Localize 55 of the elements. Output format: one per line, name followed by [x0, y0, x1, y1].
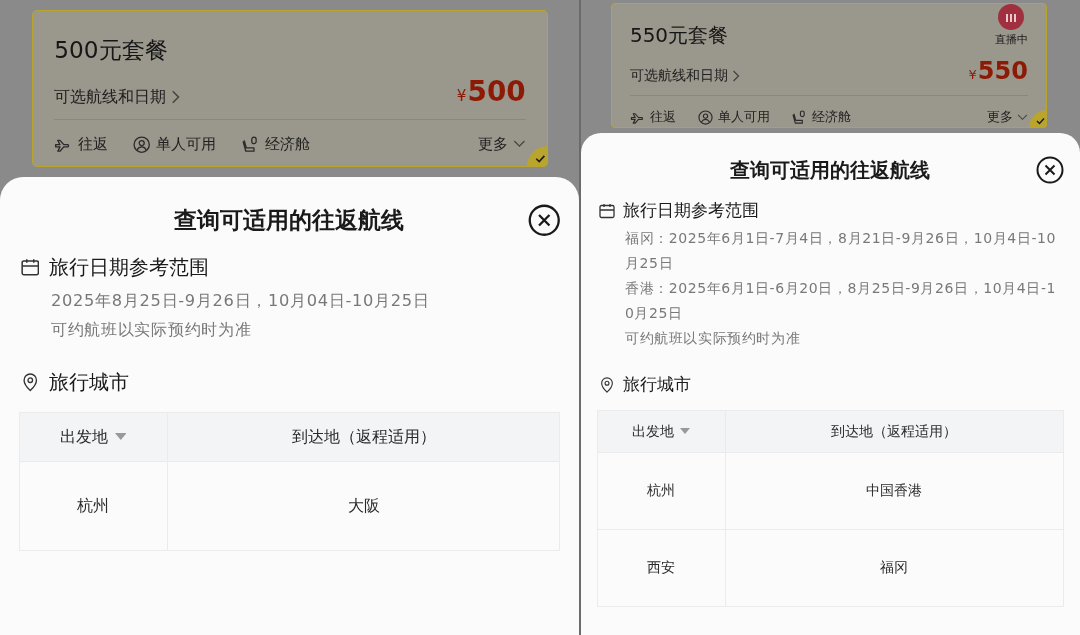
section-heading: 旅行城市: [48, 370, 129, 397]
more-button[interactable]: 更多: [986, 108, 1028, 126]
chevron-down-icon[interactable]: [1016, 113, 1028, 121]
tag-label: 单人可用: [156, 134, 217, 155]
live-label: 直播中: [994, 32, 1028, 47]
date-range-text: 香港：2025年6月1日-6月20日，8月25日-9月26日，10月4日-10月25日: [624, 279, 1058, 323]
location-pin-icon: [598, 376, 615, 393]
tag-label: 经济舱: [811, 108, 851, 126]
calendar-icon: [598, 202, 615, 219]
section-heading: 旅行城市: [622, 373, 691, 396]
table-cell: 西安: [647, 559, 676, 575]
chevron-right-icon[interactable]: [731, 70, 740, 82]
chevron-right-icon[interactable]: [170, 89, 181, 104]
route-date-link[interactable]: 可选航线和日期: [629, 67, 740, 85]
close-icon[interactable]: [1036, 156, 1064, 184]
close-icon[interactable]: [527, 204, 561, 237]
table-cell: 中国香港: [866, 482, 923, 498]
package-card[interactable]: 500元套餐 可选航线和日期 ¥500 往返 单人可用 经济舱 更多: [32, 10, 548, 168]
tag-label: 往返: [77, 134, 108, 155]
dropdown-caret-icon[interactable]: [114, 433, 127, 442]
column-header: 出发地: [632, 422, 675, 441]
column-header: 出发地: [59, 426, 108, 449]
seat-icon: [241, 135, 260, 154]
sheet-title: 查询可适用的往返航线: [174, 204, 405, 235]
seat-icon: [791, 109, 807, 125]
package-title: 550元套餐: [629, 22, 729, 49]
package-card[interactable]: 550元套餐 直播中 可选航线和日期 ¥550 往返 单人可用 经济舱 更多: [610, 3, 1047, 128]
note-text: 可约航班以实际预约时为准: [624, 329, 802, 348]
dropdown-caret-icon[interactable]: [680, 428, 691, 435]
person-icon: [697, 109, 713, 125]
table-cell: 福冈: [880, 559, 909, 575]
person-icon: [133, 135, 151, 154]
chevron-down-icon[interactable]: [512, 140, 526, 149]
date-range-text: 2025年8月25日-9月26日，10月04日-10月25日: [51, 289, 431, 312]
column-header: 到达地（返程适用）: [291, 426, 436, 449]
table-cell: 大阪: [347, 496, 380, 515]
live-icon: [998, 4, 1025, 30]
location-pin-icon: [20, 373, 40, 392]
table-cell: 杭州: [77, 496, 110, 515]
tag-label: 往返: [649, 108, 676, 126]
tag-label: 单人可用: [717, 108, 770, 126]
column-header: 到达地（返程适用）: [831, 422, 958, 441]
table-cell: 杭州: [647, 482, 676, 498]
price: ¥550: [968, 57, 1028, 85]
sheet-title: 查询可适用的往返航线: [730, 156, 931, 184]
tag-label: 经济舱: [264, 134, 310, 155]
calendar-icon: [20, 258, 40, 277]
route-date-link[interactable]: 可选航线和日期: [54, 85, 181, 108]
date-range-text: 福冈：2025年6月1日-7月4日，8月21日-9月26日，10月4日-10月25日: [624, 229, 1058, 273]
section-heading: 旅行日期参考范围: [622, 199, 759, 222]
section-heading: 旅行日期参考范围: [48, 255, 209, 281]
package-title: 500元套餐: [54, 34, 168, 65]
price: ¥500: [456, 74, 526, 108]
more-button[interactable]: 更多: [478, 134, 526, 155]
note-text: 可约航班以实际预约时为准: [51, 318, 253, 341]
